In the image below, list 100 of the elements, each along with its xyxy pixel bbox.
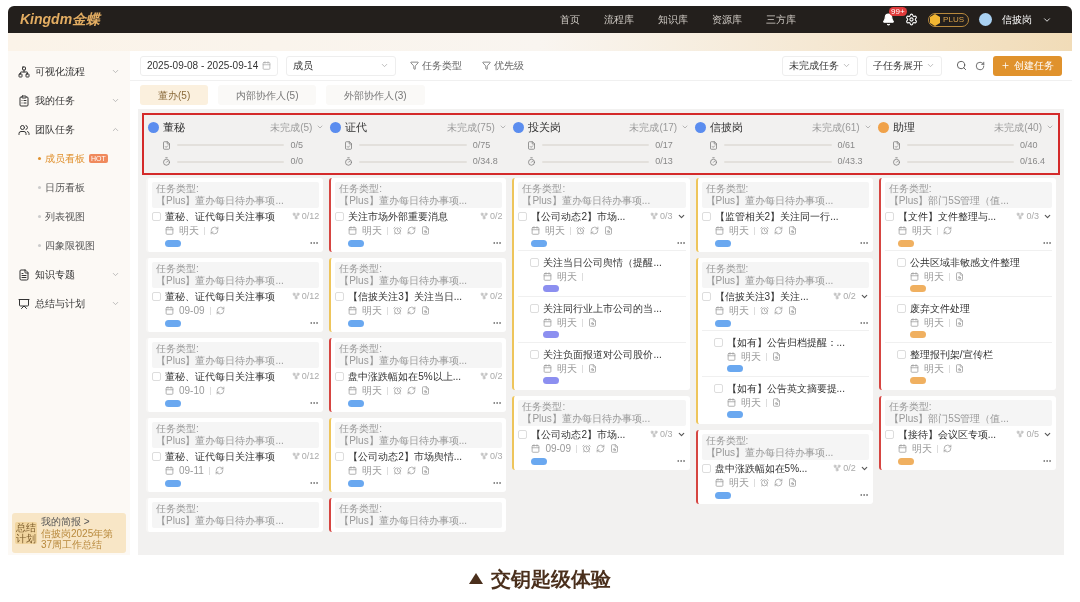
sidebar-item[interactable]: 我的任务 [8, 86, 130, 115]
task-card[interactable]: 任务类型: 【Plus】董办每日待办事项... 董秘、证代每日关注事项 0/12 明天 [146, 177, 324, 252]
refresh-icon[interactable] [214, 466, 224, 475]
file-icon[interactable] [421, 386, 431, 395]
task-checkbox[interactable] [152, 291, 161, 301]
alarm-clock-icon[interactable] [581, 444, 591, 453]
user-name[interactable]: 信披岗 [1002, 12, 1032, 27]
chevron-up-icon[interactable] [111, 125, 120, 134]
task-checkbox[interactable] [884, 211, 894, 221]
file-icon[interactable] [954, 318, 964, 327]
alarm-clock-icon[interactable] [393, 306, 403, 315]
refresh-icon[interactable] [975, 60, 985, 71]
filter-icon[interactable] [482, 61, 492, 70]
alarm-clock-icon[interactable] [576, 226, 586, 235]
subtask-title[interactable]: 关注负面报道对公司股价... [543, 347, 662, 361]
task-checkbox[interactable] [884, 429, 894, 439]
task-card[interactable]: 任务类型: 【Plus】部门5S管理（值... 【文件】文件整理与... 0/3 明天 公共区域非敏感文件整理 明天 废弃文件处理 明天 整理报刊架/宣传栏 明天 [878, 177, 1056, 390]
date-range-field[interactable]: 2025-09-08 - 2025-09-14 [140, 55, 279, 76]
member-select[interactable]: 成员 [286, 55, 397, 76]
file-icon[interactable] [609, 444, 619, 453]
refresh-icon[interactable] [590, 226, 600, 235]
task-checkbox[interactable] [152, 371, 161, 381]
task-title[interactable]: 董秘、证代每日关注事项 [165, 209, 275, 223]
task-checkbox[interactable] [530, 257, 540, 267]
task-title[interactable]: 【公司动态2】市场... [531, 427, 626, 441]
nav-link[interactable]: 首页 [560, 12, 580, 27]
alarm-clock-icon[interactable] [759, 306, 769, 315]
sidebar-item[interactable]: 团队任务 [8, 115, 130, 144]
task-card[interactable]: 任务类型: 【Plus】董办每日待办事项... 【信披关注3】关注当日... 0/2 明天 [329, 257, 507, 332]
task-card[interactable]: 任务类型: 【Plus】部门5S管理（值... 【接待】会议区专项... 0/5 明天 [878, 395, 1056, 470]
file-icon[interactable] [771, 398, 781, 407]
task-checkbox[interactable] [530, 303, 540, 313]
task-title[interactable]: 董秘、证代每日关注事项 [165, 369, 275, 383]
task-title[interactable]: 【接待】会议区专项... [897, 427, 997, 441]
task-title[interactable]: 关注市场外部重要消息 [348, 209, 449, 223]
search-icon[interactable] [956, 60, 967, 71]
refresh-icon[interactable] [773, 478, 783, 487]
task-checkbox[interactable] [530, 349, 540, 359]
subtask-title[interactable]: 关注当日公司舆情（提醒... [543, 255, 662, 269]
nav-link[interactable]: 流程库 [604, 12, 634, 27]
refresh-icon[interactable] [215, 386, 225, 395]
task-checkbox[interactable] [335, 371, 345, 381]
nav-link[interactable]: 知识库 [658, 12, 688, 27]
task-title[interactable]: 【公司动态2】市场舆情... [348, 449, 463, 463]
task-checkbox[interactable] [713, 383, 723, 393]
task-checkbox[interactable] [518, 429, 528, 439]
task-card[interactable]: 任务类型: 【Plus】董办每日待办事项... 盘中涨跌幅如在5%... 0/2 明天 [695, 429, 873, 504]
task-title[interactable]: 董秘、证代每日关注事项 [165, 449, 275, 463]
task-card[interactable]: 任务类型: 【Plus】董办每日待办事项... 董秘、证代每日关注事项 0/12 09-09 [146, 257, 324, 332]
task-card[interactable]: 任务类型: 【Plus】董办每日待办事项... 关注市场外部重要消息 0/2 明天 [329, 177, 507, 252]
file-icon[interactable] [787, 478, 797, 487]
task-title[interactable]: 【文件】文件整理与... [897, 209, 997, 223]
file-icon[interactable] [604, 226, 614, 235]
task-checkbox[interactable] [701, 211, 711, 221]
task-checkbox[interactable] [701, 463, 711, 473]
task-checkbox[interactable] [335, 211, 345, 221]
task-card[interactable]: 任务类型: 【Plus】董办每日待办事项... 董秘、证代每日关注事项 0/12 09-11 [146, 417, 324, 492]
subtask-title[interactable]: 废弃文件处理 [909, 301, 970, 315]
task-checkbox[interactable] [896, 303, 906, 313]
file-icon[interactable] [954, 364, 964, 373]
task-checkbox[interactable] [896, 349, 906, 359]
task-title[interactable]: 盘中涨跌幅如在5%以上... [348, 369, 461, 383]
refresh-icon[interactable] [210, 226, 219, 235]
nav-link[interactable]: 资源库 [712, 12, 742, 27]
refresh-icon[interactable] [773, 306, 783, 315]
file-icon[interactable] [588, 318, 598, 327]
status-select[interactable]: 未完成任务 [782, 55, 858, 76]
tab[interactable]: 内部协作人(5) [218, 85, 317, 105]
file-icon[interactable] [421, 226, 431, 235]
task-card[interactable]: 任务类型: 【Plus】董办每日待办事项... 【公司动态2】市场... 0/3 明天 关注当日公司舆情（提醒... 明天 关注同行业上市公司的当... 明天 关注负面报道对公司股价... 明天 [512, 177, 690, 390]
task-title[interactable]: 【公司动态2】市场... [531, 209, 626, 223]
filter-button[interactable]: 任务类型 [404, 55, 469, 76]
refresh-icon[interactable] [595, 444, 605, 453]
sidebar-item[interactable]: 可视化流程 [8, 57, 130, 86]
refresh-icon[interactable] [407, 306, 417, 315]
task-checkbox[interactable] [701, 291, 711, 301]
file-icon[interactable] [787, 226, 797, 235]
task-checkbox[interactable] [896, 257, 906, 267]
task-checkbox[interactable] [152, 211, 161, 221]
task-title[interactable]: 盘中涨跌幅如在5%... [714, 461, 808, 475]
file-icon[interactable] [588, 364, 598, 373]
task-card[interactable]: 任务类型: 【Plus】董办每日待办事项... 盘中涨跌幅如在5%以上... 0/2 明天 [329, 337, 507, 412]
file-icon[interactable] [421, 466, 431, 475]
task-checkbox[interactable] [713, 337, 723, 347]
subtask-title[interactable]: 公共区域非敏感文件整理 [909, 255, 1020, 269]
sidebar-item[interactable]: 总结与计划 [8, 289, 130, 318]
task-title[interactable]: 【信披关注3】关注当日... [348, 289, 463, 303]
refresh-icon[interactable] [407, 466, 417, 475]
refresh-icon[interactable] [942, 444, 952, 453]
sidebar-subitem[interactable]: 四象限视图 [8, 231, 130, 260]
alarm-clock-icon[interactable] [759, 226, 769, 235]
task-title[interactable]: 【监管相关2】关注同一行... [714, 209, 839, 223]
refresh-icon[interactable] [407, 226, 417, 235]
task-checkbox[interactable] [335, 291, 345, 301]
refresh-icon[interactable] [215, 306, 225, 315]
alarm-clock-icon[interactable] [759, 478, 769, 487]
alarm-clock-icon[interactable] [393, 386, 403, 395]
calendar-icon[interactable] [262, 61, 272, 70]
task-card[interactable]: 任务类型: 【Plus】董办每日待办事项... 董秘、证代每日关注事项 0/12 09-10 [146, 337, 324, 412]
sidebar-subitem[interactable]: 日历看板 [8, 173, 130, 202]
